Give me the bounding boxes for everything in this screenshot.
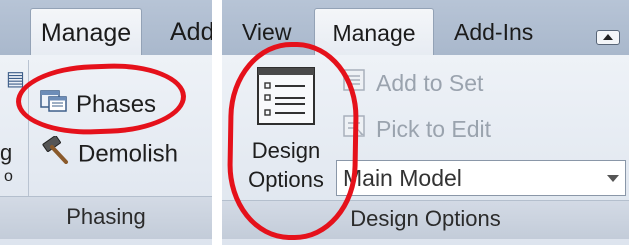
pick-to-edit-button[interactable]: Pick to Edit (342, 112, 491, 146)
design-option-select[interactable]: Main Model (336, 160, 626, 196)
add-to-set-button[interactable]: Add to Set (342, 66, 483, 100)
hammer-icon (40, 135, 70, 174)
tab-manage[interactable]: Manage (30, 8, 142, 57)
tab-add-ins[interactable]: Add-Ins (454, 8, 533, 56)
add-to-set-label: Add to Set (376, 70, 484, 96)
tab-add-partial[interactable]: Add (170, 8, 212, 56)
pick-to-edit-label: Pick to Edit (376, 116, 492, 142)
tab-manage[interactable]: Manage (314, 8, 434, 57)
demolish-button[interactable]: Demolish (40, 135, 179, 170)
panel-title-phasing: Phasing (66, 204, 146, 229)
highlight-circle-design-options (226, 40, 360, 242)
design-option-select-value: Main Model (343, 165, 462, 191)
ribbon-collapse-icon[interactable] (596, 30, 620, 45)
chevron-down-icon[interactable] (607, 175, 619, 182)
demolish-label: Demolish (78, 140, 179, 168)
partial-label: g (0, 140, 13, 165)
panel-gap (212, 0, 222, 245)
partial-label: o (4, 168, 13, 185)
